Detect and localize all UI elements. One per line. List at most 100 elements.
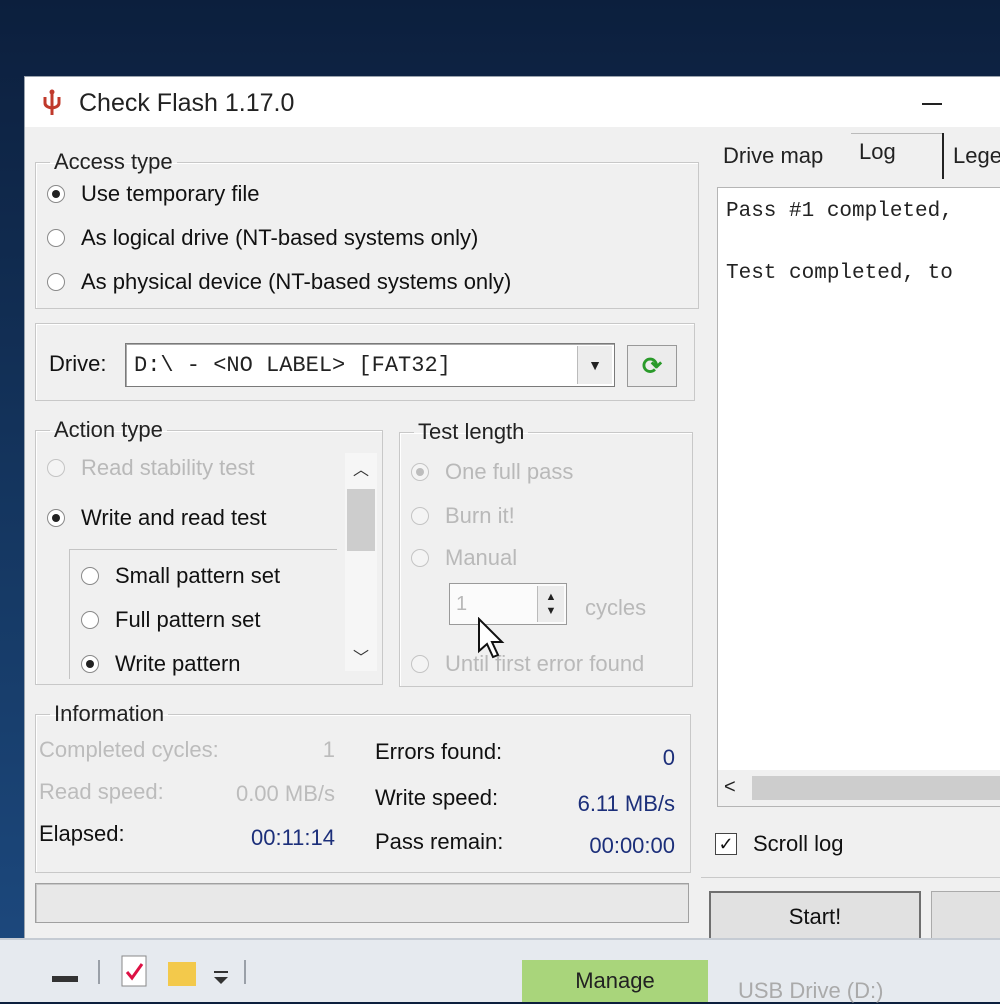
chevron-up-icon[interactable]: ︿	[345, 453, 377, 483]
minimize-button[interactable]	[918, 85, 946, 115]
sub-options-divider-vertical	[69, 549, 70, 679]
folder-icon[interactable]	[166, 958, 198, 988]
radio-indicator	[47, 273, 65, 291]
scrollbar-thumb[interactable]	[347, 489, 375, 551]
right-pane-divider	[701, 877, 1000, 878]
refresh-icon: ⟳	[641, 352, 663, 380]
radio-indicator	[47, 509, 65, 527]
write-and-read-test-radio[interactable]: Write and read test	[47, 505, 266, 531]
test-length-label: Test length	[418, 419, 525, 444]
completed-cycles-label: Completed cycles:	[39, 737, 219, 762]
access-temp-file-radio[interactable]: Use temporary file	[47, 181, 260, 207]
tab-log[interactable]: Log	[859, 139, 896, 165]
log-line: Test completed, to	[726, 262, 953, 285]
drive-select[interactable]: D:\ - <NO LABEL> [FAT32] ▼	[125, 343, 615, 387]
radio-indicator	[81, 655, 99, 673]
radio-indicator	[411, 507, 429, 525]
manual-radio[interactable]: Manual	[411, 545, 517, 571]
tab-active-border	[851, 133, 943, 134]
access-type-label: Access type	[54, 149, 173, 174]
access-physical-device-radio[interactable]: As physical device (NT-based systems onl…	[47, 269, 511, 295]
drive-icon[interactable]	[52, 974, 78, 984]
pass-remain-value: 00:00:00	[589, 833, 675, 858]
errors-found-label: Errors found:	[375, 739, 503, 764]
option-label: Manual	[445, 545, 518, 570]
refresh-button[interactable]: ⟳	[627, 345, 677, 387]
read-speed-value: 0.00 MB/s	[235, 781, 335, 806]
usb-icon	[43, 89, 61, 115]
small-pattern-set-radio[interactable]: Small pattern set	[81, 563, 280, 589]
tab-legend[interactable]: Lege	[953, 143, 1000, 169]
until-first-error-radio[interactable]: Until first error found	[411, 651, 644, 677]
taskbar: Manage USB Drive (D:)	[0, 938, 1000, 1003]
option-label: Write pattern	[115, 651, 241, 676]
secondary-button[interactable]	[931, 891, 1000, 943]
option-label: Write and read test	[81, 505, 267, 530]
errors-found-value: 0	[662, 745, 675, 770]
action-type-label: Action type	[54, 417, 163, 442]
full-pattern-set-radio[interactable]: Full pattern set	[81, 607, 261, 633]
scrollbar-thumb[interactable]	[752, 776, 1000, 800]
access-logical-drive-radio[interactable]: As logical drive (NT-based systems only)	[47, 225, 478, 251]
option-label: Until first error found	[445, 651, 645, 676]
completed-cycles-value: 1	[322, 737, 335, 762]
pass-remain-label: Pass remain:	[375, 829, 504, 854]
write-speed-value: 6.11 MB/s	[577, 791, 675, 816]
radio-indicator	[81, 567, 99, 585]
cycles-label: cycles	[585, 595, 647, 620]
radio-indicator	[47, 229, 65, 247]
cycles-value: 1	[456, 593, 468, 615]
checkmark-icon: ✓	[715, 833, 737, 855]
drive-label: Drive:	[49, 351, 107, 376]
log-line: Pass #1 completed,	[726, 200, 953, 223]
option-label: As logical drive (NT-based systems only)	[81, 225, 479, 250]
quick-access-dropdown-icon[interactable]	[212, 970, 230, 986]
manage-tab[interactable]: Manage	[522, 960, 708, 1002]
option-label: Full pattern set	[115, 607, 261, 632]
radio-indicator	[47, 459, 65, 477]
option-label: Read stability test	[81, 455, 255, 480]
radio-indicator	[411, 549, 429, 567]
write-pattern-radio[interactable]: Write pattern	[81, 651, 241, 677]
elapsed-value: 00:11:14	[250, 825, 335, 850]
log-output[interactable]: Pass #1 completed, Test completed, to <	[717, 187, 1000, 807]
cycles-stepper[interactable]: 1 ▲ ▼	[449, 583, 567, 625]
progress-bar	[35, 883, 689, 923]
stepper-arrows-icon[interactable]: ▲ ▼	[537, 586, 564, 622]
taskbar-separator	[98, 960, 100, 984]
sub-options-divider	[69, 549, 337, 550]
tab-separator	[942, 133, 944, 179]
window-title: Check Flash 1.17.0	[79, 89, 295, 117]
mouse-cursor-icon	[478, 617, 505, 659]
radio-indicator	[47, 185, 65, 203]
elapsed-label: Elapsed:	[39, 821, 125, 846]
drive-value: D:\ - <NO LABEL> [FAT32]	[134, 353, 451, 378]
log-horizontal-scrollbar[interactable]: <	[718, 770, 1000, 806]
option-label: Burn it!	[445, 503, 515, 528]
chevron-down-icon[interactable]: ﹀	[345, 641, 377, 671]
radio-indicator	[411, 463, 429, 481]
one-full-pass-radio[interactable]: One full pass	[411, 459, 573, 485]
checklist-icon[interactable]	[120, 954, 150, 988]
scroll-log-label: Scroll log	[753, 831, 844, 856]
radio-indicator	[81, 611, 99, 629]
title-bar[interactable]: Check Flash 1.17.0	[25, 77, 1000, 127]
radio-indicator	[411, 655, 429, 673]
usb-drive-title: USB Drive (D:)	[738, 978, 884, 1003]
chevron-left-icon[interactable]: <	[724, 776, 736, 799]
option-label: Use temporary file	[81, 181, 260, 206]
action-type-scrollbar[interactable]: ︿ ﹀	[345, 453, 377, 671]
tab-drive-map[interactable]: Drive map	[723, 143, 823, 169]
check-flash-window: Check Flash 1.17.0 Access type Use tempo…	[24, 76, 1000, 956]
information-label: Information	[54, 701, 165, 726]
read-stability-test-radio[interactable]: Read stability test	[47, 455, 255, 481]
burn-it-radio[interactable]: Burn it!	[411, 503, 515, 529]
chevron-down-icon[interactable]: ▼	[577, 346, 612, 384]
option-label: Small pattern set	[115, 563, 281, 588]
taskbar-separator	[244, 960, 246, 984]
option-label: As physical device (NT-based systems onl…	[81, 269, 512, 294]
option-label: One full pass	[445, 459, 574, 484]
read-speed-label: Read speed:	[39, 779, 164, 804]
start-button[interactable]: Start!	[709, 891, 921, 943]
scroll-log-checkbox[interactable]: ✓ Scroll log	[715, 831, 843, 857]
